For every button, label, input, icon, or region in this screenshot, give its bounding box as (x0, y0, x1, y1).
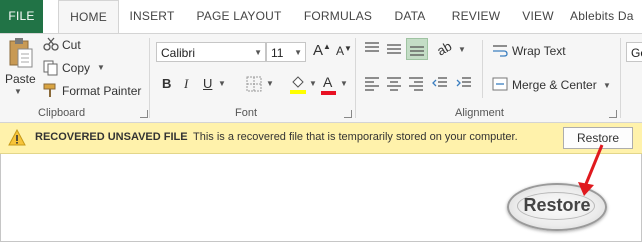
group-divider (482, 40, 483, 98)
group-divider (620, 38, 621, 118)
italic-icon[interactable]: I (184, 76, 188, 92)
font-name-combo[interactable]: Calibri ▼ (156, 42, 266, 62)
merge-center-icon[interactable] (492, 77, 508, 91)
recovered-file-bar: RECOVERED UNSAVED FILE This is a recover… (0, 123, 642, 154)
font-color-swatch (321, 91, 336, 95)
cut-button[interactable]: Cut (62, 38, 81, 52)
wrap-text-icon[interactable] (492, 44, 508, 58)
tab-insert[interactable]: INSERT (126, 0, 178, 33)
font-size-combo[interactable]: 11 ▼ (266, 42, 306, 62)
copy-icon[interactable] (43, 60, 59, 76)
tab-home[interactable]: HOME (58, 0, 119, 34)
merge-center-button[interactable]: Merge & Center (512, 78, 597, 92)
recovered-file-title: RECOVERED UNSAVED FILE (35, 131, 188, 143)
tab-ablebits[interactable]: Ablebits Da (570, 0, 642, 33)
borders-chevron-icon[interactable]: ▼ (266, 79, 274, 88)
cut-icon[interactable] (43, 37, 59, 51)
wrap-text-button[interactable]: Wrap Text (512, 44, 566, 58)
recovered-file-message: This is a recovered file that is tempora… (193, 131, 518, 143)
tab-data[interactable]: DATA (389, 0, 431, 33)
warning-icon (8, 129, 26, 146)
alignment-dialog-launcher-icon[interactable] (609, 110, 617, 118)
format-painter-icon[interactable] (43, 82, 59, 98)
fill-color-icon[interactable] (289, 74, 307, 94)
number-format-combo[interactable]: Ge (626, 42, 642, 62)
group-divider (355, 38, 356, 118)
middle-align-icon[interactable] (386, 42, 402, 56)
tab-formulas[interactable]: FORMULAS (298, 0, 378, 33)
number-format-value: Ge (631, 46, 642, 60)
underline-icon[interactable]: U (203, 76, 212, 91)
tab-file[interactable]: FILE (0, 0, 43, 33)
font-color-icon[interactable]: A (323, 74, 332, 90)
fill-color-chevron-icon[interactable]: ▼ (309, 79, 317, 88)
copy-button[interactable]: Copy (62, 61, 90, 75)
ribbon-tab-strip: FILE HOME INSERT PAGE LAYOUT FORMULAS DA… (0, 0, 642, 34)
group-divider (149, 38, 150, 118)
clipboard-dialog-launcher-icon[interactable] (140, 110, 148, 118)
alignment-group-label: Alignment (455, 107, 504, 119)
underline-chevron-icon[interactable]: ▼ (218, 79, 226, 88)
top-align-icon[interactable] (364, 42, 380, 56)
align-right-icon[interactable] (408, 77, 424, 91)
copy-dropdown-chevron-icon[interactable]: ▼ (97, 63, 105, 72)
increase-indent-icon[interactable] (456, 77, 472, 91)
tab-review[interactable]: REVIEW (446, 0, 506, 33)
paste-button[interactable]: Paste (5, 72, 36, 86)
bold-icon[interactable]: B (162, 76, 171, 91)
align-center-icon[interactable] (386, 77, 402, 91)
ribbon: Paste ▼ Cut Copy ▼ Format Painter Clipbo… (0, 33, 642, 123)
font-name-value: Calibri (161, 46, 196, 60)
pointer-arrow-icon (578, 144, 604, 196)
font-size-chevron-icon[interactable]: ▼ (294, 43, 302, 63)
align-left-icon[interactable] (364, 77, 380, 91)
tab-view[interactable]: VIEW (518, 0, 558, 33)
paste-dropdown-chevron-icon[interactable]: ▼ (14, 87, 22, 96)
orientation-icon[interactable]: ab (434, 38, 454, 58)
paste-icon[interactable] (8, 37, 34, 71)
clipboard-group-label: Clipboard (38, 107, 86, 119)
tab-page-layout[interactable]: PAGE LAYOUT (193, 0, 285, 33)
font-group-label: Font (235, 107, 258, 119)
decrease-indent-icon[interactable] (432, 77, 448, 91)
increase-font-size-icon[interactable]: A▲ (313, 42, 331, 59)
orientation-chevron-icon[interactable]: ▼ (458, 45, 466, 54)
borders-icon[interactable] (246, 76, 262, 92)
decrease-font-size-icon[interactable]: A▼ (336, 44, 352, 58)
font-dialog-launcher-icon[interactable] (344, 110, 352, 118)
bottom-align-icon (410, 46, 424, 56)
font-name-chevron-icon[interactable]: ▼ (254, 43, 262, 63)
format-painter-button[interactable]: Format Painter (62, 84, 141, 98)
merge-center-chevron-icon[interactable]: ▼ (603, 81, 611, 90)
font-size-value: 11 (271, 46, 284, 60)
bottom-align-button[interactable] (406, 38, 428, 60)
font-color-chevron-icon[interactable]: ▼ (340, 79, 348, 88)
